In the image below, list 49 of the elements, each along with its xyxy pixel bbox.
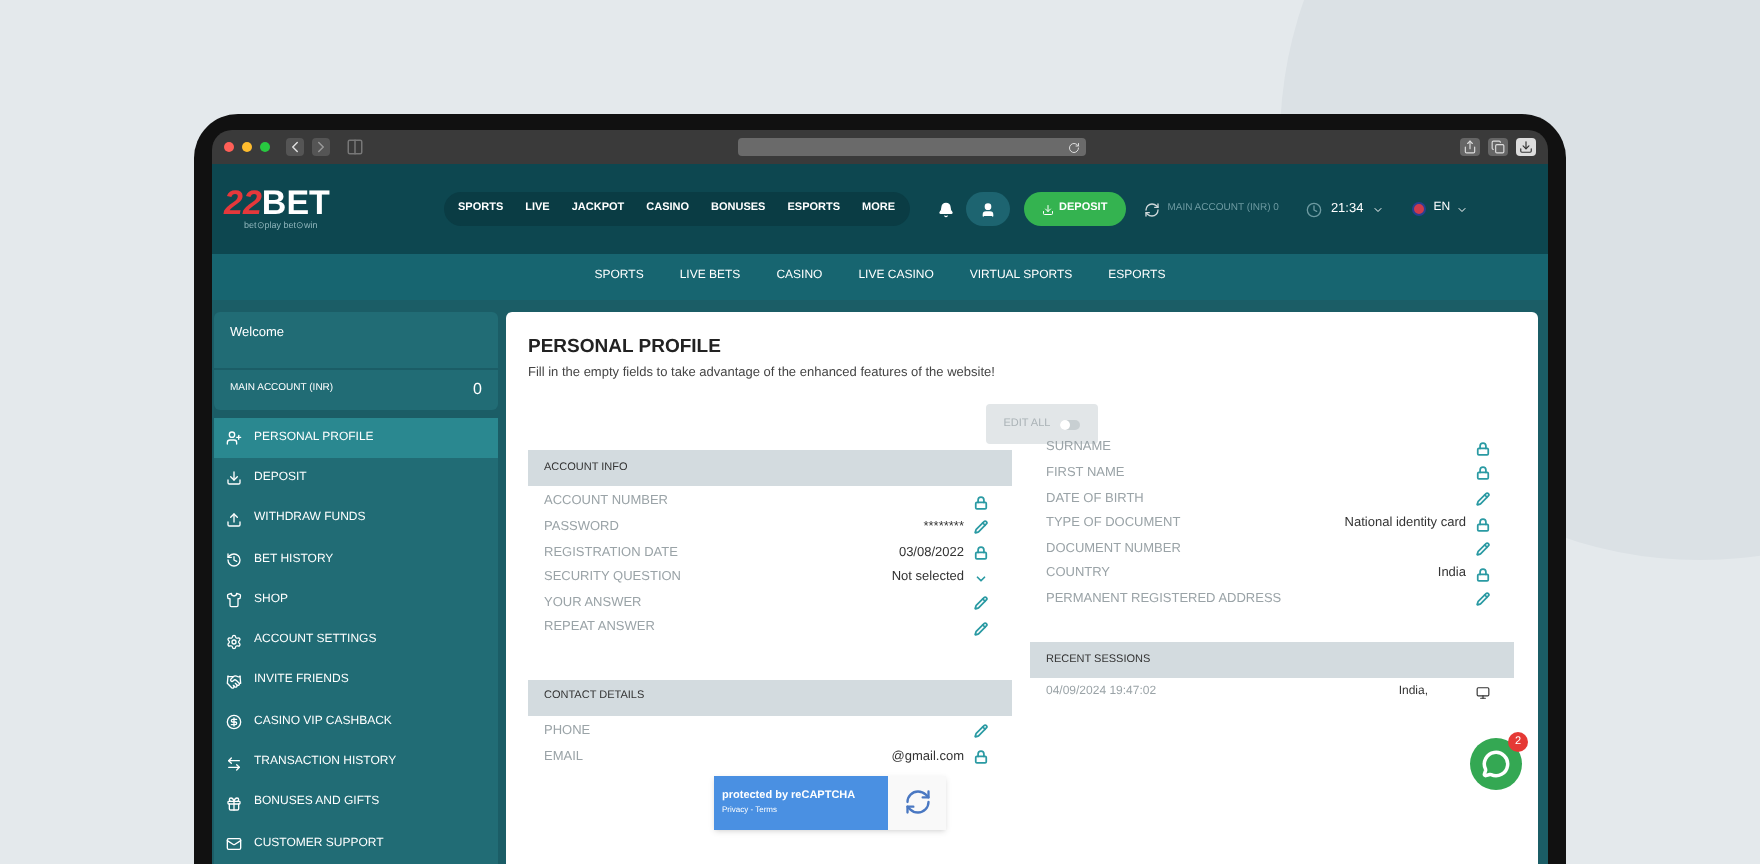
gift-icon bbox=[226, 795, 242, 812]
clock-icon bbox=[1306, 201, 1323, 217]
user-icon bbox=[979, 201, 996, 217]
edit-icon[interactable] bbox=[1476, 542, 1490, 557]
gear-icon bbox=[226, 633, 242, 650]
download-icon bbox=[1041, 203, 1054, 215]
edit-icon[interactable] bbox=[1476, 491, 1490, 506]
balance-value: 0 bbox=[473, 378, 482, 402]
edit-icon[interactable] bbox=[1476, 592, 1490, 607]
sidebar-icon[interactable] bbox=[346, 138, 364, 156]
toggle-switch[interactable] bbox=[1060, 419, 1081, 429]
logo[interactable]: 22BET bbox=[224, 185, 444, 220]
profile-button[interactable] bbox=[965, 192, 1010, 226]
edit-icon[interactable] bbox=[974, 621, 988, 636]
history-icon bbox=[226, 552, 242, 569]
lock-icon bbox=[974, 545, 988, 560]
forward-icon[interactable] bbox=[312, 138, 330, 156]
lock-icon bbox=[1476, 441, 1490, 456]
bell-icon[interactable] bbox=[937, 201, 954, 217]
arrows-icon bbox=[226, 755, 242, 772]
page-title: PERSONAL PROFILE bbox=[528, 334, 723, 362]
reload-icon[interactable] bbox=[1068, 141, 1080, 153]
flag-icon bbox=[1411, 202, 1426, 216]
caret-icon[interactable] bbox=[1456, 203, 1469, 215]
download-icon[interactable] bbox=[1516, 138, 1536, 156]
upload-icon bbox=[226, 511, 242, 528]
refresh-icon[interactable] bbox=[1143, 201, 1160, 217]
back-icon[interactable] bbox=[286, 138, 304, 156]
edit-icon[interactable] bbox=[974, 596, 988, 611]
lock-icon bbox=[1476, 567, 1490, 582]
lock-icon bbox=[974, 495, 988, 510]
lock-icon bbox=[974, 749, 988, 764]
share-icon[interactable] bbox=[1460, 138, 1480, 156]
monitor-icon bbox=[1476, 685, 1490, 700]
user-plus-icon bbox=[226, 430, 242, 447]
caret-icon[interactable] bbox=[1371, 203, 1384, 215]
edit-icon[interactable] bbox=[974, 724, 988, 739]
chat-icon bbox=[1482, 750, 1510, 778]
edit-icon[interactable] bbox=[974, 520, 988, 535]
shirt-icon bbox=[226, 592, 242, 609]
lock-icon bbox=[1476, 466, 1490, 481]
chevron-down-icon[interactable] bbox=[974, 571, 988, 586]
recaptcha-icon bbox=[903, 788, 931, 817]
tabs-icon[interactable] bbox=[1488, 138, 1508, 156]
handshake-icon bbox=[226, 673, 242, 690]
mail-icon bbox=[226, 836, 242, 853]
lock-icon bbox=[1476, 517, 1490, 532]
download-icon bbox=[226, 470, 242, 487]
coin-icon bbox=[226, 714, 242, 731]
